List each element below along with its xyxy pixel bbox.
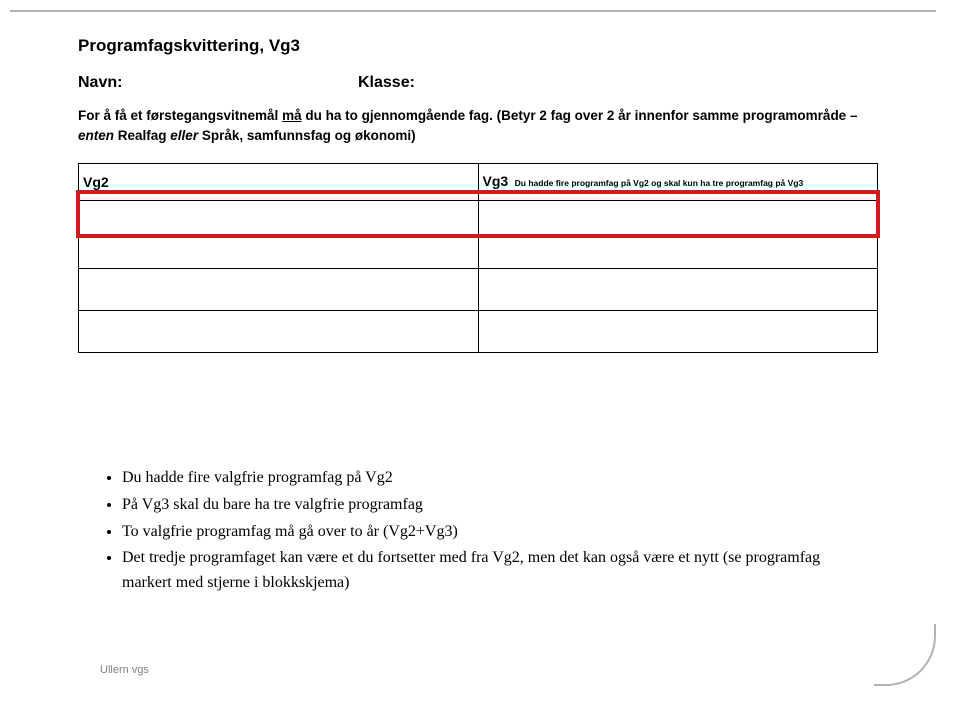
bullet-1: Du hadde fire valgfrie programfag på Vg2 — [122, 466, 860, 491]
instr-pre: For å få et førstegangsvitnemål — [78, 108, 282, 123]
field-row: Navn: Klasse: — [78, 74, 878, 92]
vg3-header: Vg3 Du hadde fire programfag på Vg2 og s… — [478, 164, 878, 201]
vg3-note: Du hadde fire programfag på Vg2 og skal … — [515, 178, 804, 188]
table-header-row: Vg2 Vg3 Du hadde fire programfag på Vg2 … — [79, 164, 878, 201]
table-row — [79, 311, 878, 353]
form-title: Programfagskvittering, Vg3 — [78, 36, 878, 56]
form-area: Programfagskvittering, Vg3 Navn: Klasse:… — [78, 36, 878, 353]
klasse-label: Klasse: — [358, 74, 415, 92]
subjects-table: Vg2 Vg3 Du hadde fire programfag på Vg2 … — [78, 163, 878, 353]
instruction-text: For å få et førstegangsvitnemål må du ha… — [78, 106, 878, 145]
table-row — [79, 269, 878, 311]
bullet-2: På Vg3 skal du bare ha tre valgfrie prog… — [122, 493, 860, 518]
slide-page: Programfagskvittering, Vg3 Navn: Klasse:… — [0, 0, 960, 710]
table-row — [79, 235, 878, 269]
vg2-label: Vg2 — [83, 174, 109, 190]
instr-underlined: må — [282, 108, 302, 123]
instr-post1: du ha to gjennomgående fag. (Betyr 2 fag… — [302, 108, 858, 123]
instr-enten: enten — [78, 128, 118, 143]
instr-eller: eller — [167, 128, 202, 143]
bullet-4: Det tredje programfaget kan være et du f… — [122, 546, 860, 596]
bullet-3: To valgfrie programfag må gå over to år … — [122, 520, 860, 545]
table-row — [79, 201, 878, 235]
footer-text: Ullern vgs — [100, 664, 149, 676]
bullet-list: Du hadde fire valgfrie programfag på Vg2… — [100, 466, 860, 598]
table-wrapper: Vg2 Vg3 Du hadde fire programfag på Vg2 … — [78, 163, 878, 353]
frame-top-line — [10, 10, 936, 12]
frame-corner — [874, 624, 936, 686]
vg3-label: Vg3 — [483, 173, 509, 189]
navn-label: Navn: — [78, 74, 358, 92]
vg2-header: Vg2 — [79, 164, 479, 201]
instr-omrade2: Språk, samfunnsfag og økonomi) — [202, 128, 416, 143]
instr-realfag: Realfag — [118, 128, 167, 143]
